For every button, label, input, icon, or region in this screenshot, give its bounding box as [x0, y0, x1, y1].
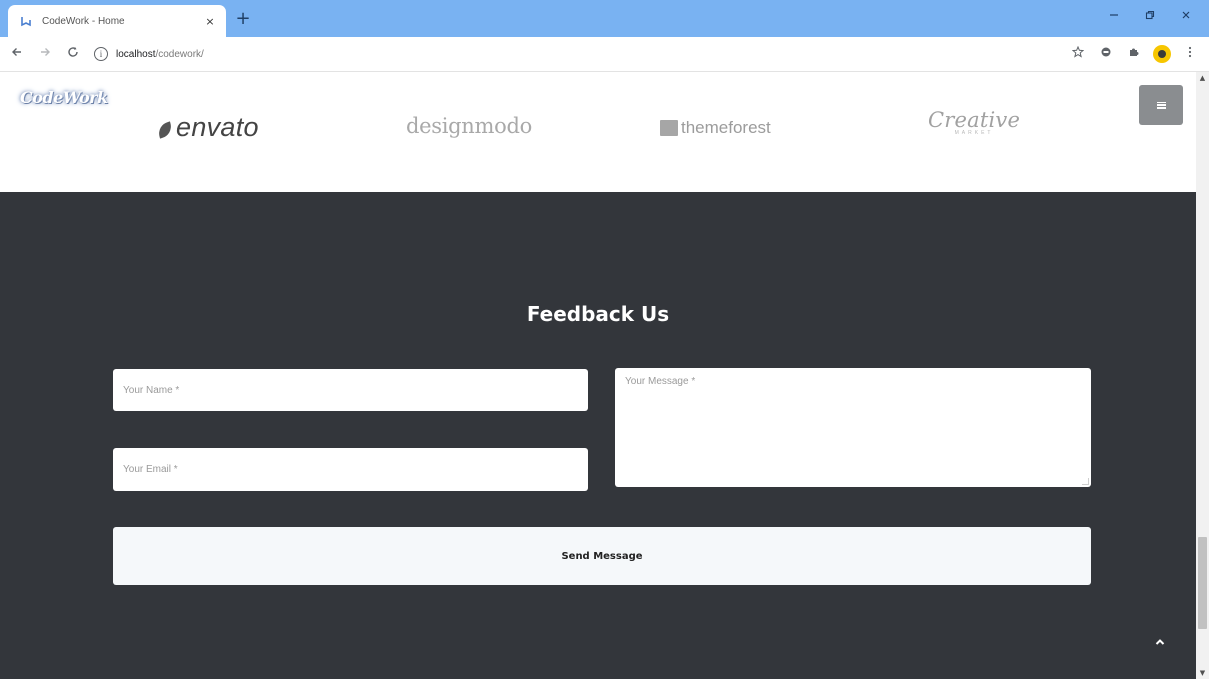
profile-avatar-icon[interactable] — [1153, 45, 1171, 63]
profile-avatar-inner — [1158, 50, 1166, 58]
feedback-title: Feedback Us — [526, 302, 670, 326]
window-controls — [1099, 6, 1201, 28]
page-viewport: envato designmodo themeforest Creative M… — [0, 72, 1196, 679]
brand-envato[interactable]: envato — [156, 112, 259, 143]
minimize-icon[interactable] — [1099, 6, 1129, 28]
url-host: localhost — [116, 48, 156, 60]
brand-creative-label: Creative — [928, 108, 1021, 132]
arrow-left-icon[interactable] — [6, 43, 28, 65]
brand-designmodo-label: designmodo — [406, 114, 532, 138]
feedback-section: Feedback Us Send Message — [0, 192, 1196, 679]
arrow-right-icon[interactable] — [34, 43, 56, 65]
codework-favicon-icon — [18, 13, 34, 29]
url-path: /codework/ — [155, 48, 204, 60]
brand-creative-sub: MARKET — [954, 130, 994, 136]
envato-leaf-icon — [156, 120, 174, 139]
browser-toolbar: i localhost/codework/ — [0, 37, 1209, 72]
scroll-up-icon[interactable]: ▲ — [1199, 74, 1206, 82]
brand-creative-market[interactable]: Creative MARKET — [928, 108, 1020, 136]
brand-envato-label: envato — [176, 112, 259, 142]
themeforest-box-icon — [660, 120, 678, 136]
info-icon[interactable]: i — [94, 47, 108, 61]
browser-tab[interactable]: CodeWork - Home × — [8, 5, 226, 37]
page-scrollbar[interactable]: ▲ ▼ — [1196, 72, 1209, 679]
brand-themeforest-label: themeforest — [681, 118, 771, 137]
message-textarea[interactable] — [615, 368, 1091, 487]
extension-icon[interactable] — [1097, 43, 1115, 65]
browser-titlebar: CodeWork - Home × + — [0, 0, 1209, 37]
brand-themeforest[interactable]: themeforest — [660, 118, 771, 138]
new-tab-button[interactable]: + — [232, 8, 254, 30]
star-icon[interactable] — [1069, 43, 1087, 65]
scrollbar-thumb[interactable] — [1198, 537, 1207, 629]
reload-icon[interactable] — [62, 43, 84, 65]
address-bar[interactable]: i localhost/codework/ — [94, 42, 994, 66]
puzzle-icon[interactable] — [1125, 43, 1143, 65]
toolbar-actions — [1069, 43, 1199, 65]
site-logo[interactable]: CodeWork — [20, 88, 108, 107]
close-window-icon[interactable] — [1171, 6, 1201, 28]
textarea-resize-handle[interactable] — [1082, 478, 1089, 485]
name-input[interactable] — [113, 369, 588, 411]
menu-toggle-button[interactable] — [1139, 85, 1183, 125]
scroll-down-icon[interactable]: ▼ — [1199, 669, 1206, 677]
email-input[interactable] — [113, 448, 588, 491]
tab-title: CodeWork - Home — [42, 15, 125, 27]
back-to-top-icon[interactable] — [1148, 632, 1172, 656]
restore-icon[interactable] — [1135, 6, 1165, 28]
brand-designmodo[interactable]: designmodo — [406, 114, 532, 138]
hamburger-icon — [1156, 101, 1166, 109]
partner-brands: envato designmodo themeforest Creative M… — [0, 72, 1196, 192]
tab-close-icon[interactable]: × — [202, 15, 218, 28]
url-text: localhost/codework/ — [116, 49, 204, 60]
kebab-menu-icon[interactable] — [1181, 43, 1199, 65]
send-message-button[interactable]: Send Message — [113, 527, 1091, 585]
